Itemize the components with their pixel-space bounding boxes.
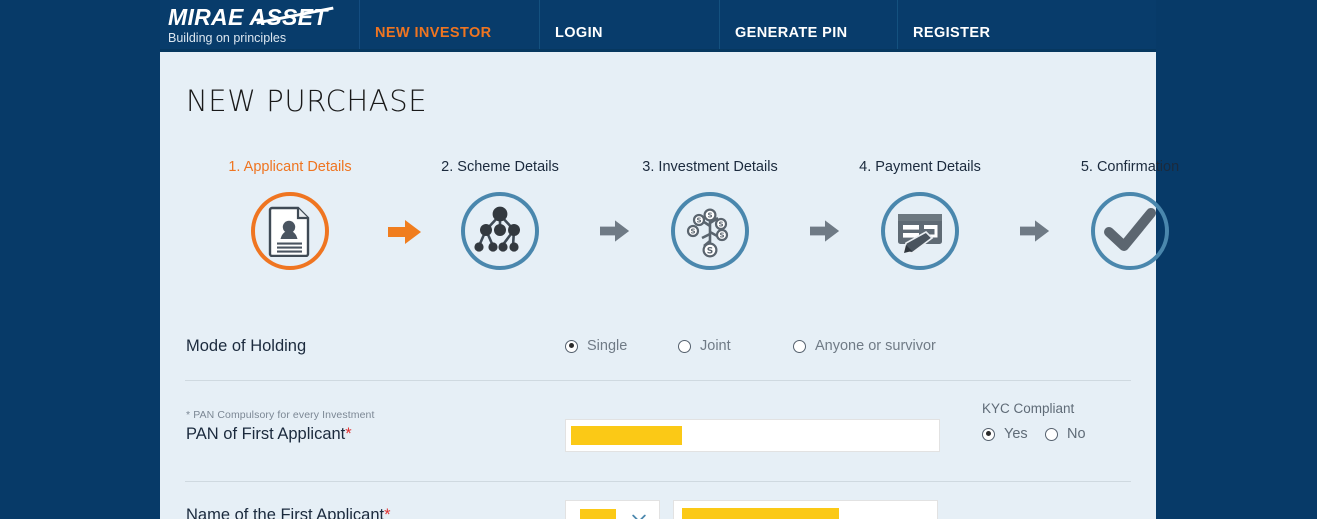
nav-item-login[interactable]: LOGIN bbox=[540, 0, 720, 49]
money-tree-icon: S S S S S S bbox=[686, 208, 729, 258]
step-label: 2. Scheme Details bbox=[441, 159, 559, 175]
step-icon-circle bbox=[251, 192, 329, 270]
svg-text:S: S bbox=[696, 217, 701, 225]
name-value-redaction bbox=[682, 508, 839, 519]
radio-dot bbox=[565, 339, 578, 353]
radio-label: No bbox=[1067, 426, 1086, 442]
mode-of-holding-radio-group: Single Joint Anyone or survivor bbox=[565, 338, 936, 354]
network-hierarchy-icon bbox=[474, 206, 520, 252]
form-row-mode-of-holding: Mode of Holding Single Joint Anyone or s… bbox=[160, 320, 1156, 380]
step-icon-circle: S S S S S S bbox=[671, 192, 749, 270]
required-asterisk: * bbox=[345, 425, 352, 443]
nav-item-label: REGISTER bbox=[913, 24, 991, 41]
nav-item-new-investor[interactable]: NEW INVESTOR bbox=[360, 0, 540, 49]
brand-logo[interactable]: MIRAE ASSET Building on principles bbox=[160, 0, 360, 49]
name-label-text: Name of the First Applicant bbox=[186, 506, 385, 519]
radio-dot bbox=[1045, 427, 1058, 441]
brand-tagline: Building on principles bbox=[168, 31, 287, 45]
form-row-pan: * PAN Compulsory for every Investment PA… bbox=[160, 381, 1156, 481]
kyc-compliant-label: KYC Compliant bbox=[982, 401, 1075, 416]
applicant-form: Mode of Holding Single Joint Anyone or s… bbox=[160, 320, 1156, 519]
svg-text:S: S bbox=[707, 212, 712, 220]
page-title: NEW PURCHASE bbox=[186, 84, 428, 118]
radio-label: Joint bbox=[700, 338, 731, 354]
svg-text:S: S bbox=[719, 232, 724, 240]
radio-label: Anyone or survivor bbox=[815, 338, 936, 354]
checkmark-icon bbox=[1104, 208, 1156, 251]
nav-item-register[interactable]: REGISTER bbox=[898, 0, 1078, 49]
content-card: NEW PURCHASE 1. Applicant Details 2. Sch… bbox=[160, 52, 1179, 519]
step-confirmation[interactable]: 5. Confirmation bbox=[1040, 159, 1220, 270]
pan-note: * PAN Compulsory for every Investment bbox=[186, 409, 375, 421]
chevron-down-icon bbox=[632, 514, 646, 519]
radio-anyone-or-survivor[interactable]: Anyone or survivor bbox=[793, 338, 936, 354]
name-title-select[interactable] bbox=[565, 500, 660, 519]
step-scheme-details[interactable]: 2. Scheme Details bbox=[410, 159, 590, 270]
form-row-name: Name of the First Applicant* bbox=[160, 482, 1156, 519]
svg-text:S: S bbox=[690, 228, 695, 236]
radio-kyc-no[interactable]: No bbox=[1045, 426, 1086, 442]
name-input[interactable] bbox=[673, 500, 938, 519]
radio-kyc-yes[interactable]: Yes bbox=[982, 426, 1045, 442]
title-value-redaction bbox=[580, 509, 616, 519]
mode-of-holding-label: Mode of Holding bbox=[186, 337, 307, 355]
radio-dot bbox=[982, 427, 995, 441]
cheque-pen-icon bbox=[898, 214, 942, 254]
radio-label: Single bbox=[587, 338, 628, 354]
pan-value-redaction bbox=[571, 426, 682, 445]
pan-label-text: PAN of First Applicant bbox=[186, 425, 346, 443]
nav-item-label: NEW INVESTOR bbox=[375, 24, 492, 41]
step-label: 1. Applicant Details bbox=[228, 159, 352, 175]
pan-input[interactable] bbox=[565, 419, 940, 452]
step-icon-circle bbox=[461, 192, 539, 270]
step-icon-circle bbox=[881, 192, 959, 270]
applicant-document-icon bbox=[268, 206, 310, 257]
step-label: 5. Confirmation bbox=[1080, 159, 1180, 175]
required-asterisk: * bbox=[384, 506, 391, 519]
nav-item-label: GENERATE PIN bbox=[735, 24, 848, 41]
app-root: MIRAE ASSET Building on principles NEW I… bbox=[0, 0, 1317, 519]
nav-item-label: LOGIN bbox=[555, 24, 603, 41]
name-label: Name of the First Applicant* bbox=[186, 506, 391, 519]
kyc-radio-group: Yes No bbox=[982, 426, 1086, 442]
step-applicant-details[interactable]: 1. Applicant Details bbox=[200, 159, 380, 270]
svg-text:S: S bbox=[718, 221, 723, 229]
radio-dot bbox=[678, 339, 691, 353]
radio-joint[interactable]: Joint bbox=[678, 338, 793, 354]
progress-stepper: 1. Applicant Details 2. Scheme Details 3… bbox=[180, 159, 1179, 329]
radio-label: Yes bbox=[1004, 426, 1028, 442]
radio-dot bbox=[793, 339, 806, 353]
svg-text:S: S bbox=[707, 246, 713, 256]
step-investment-details[interactable]: 3. Investment Details S S S S S S bbox=[620, 159, 800, 270]
nav-item-generate-pin[interactable]: GENERATE PIN bbox=[720, 0, 898, 49]
brand-name: MIRAE ASSET bbox=[168, 5, 359, 29]
step-label: 3. Investment Details bbox=[642, 159, 778, 175]
step-icon-circle bbox=[1091, 192, 1169, 270]
radio-single[interactable]: Single bbox=[565, 338, 678, 354]
step-label: 4. Payment Details bbox=[859, 159, 981, 175]
pan-label: PAN of First Applicant* bbox=[186, 425, 352, 444]
top-navigation-bar: MIRAE ASSET Building on principles NEW I… bbox=[160, 0, 1156, 52]
step-payment-details[interactable]: 4. Payment Details bbox=[830, 159, 1010, 270]
brand-name-text: MIRAE ASSET bbox=[168, 4, 328, 30]
